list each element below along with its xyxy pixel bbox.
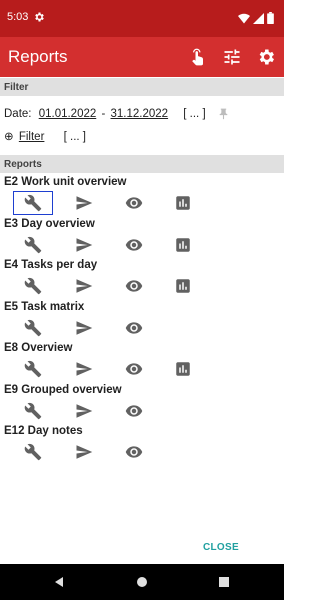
close-button[interactable]: CLOSE <box>203 542 239 553</box>
view-button[interactable] <box>115 234 153 256</box>
date-to-link[interactable]: 31.12.2022 <box>111 108 169 120</box>
chart-button[interactable] <box>164 234 202 256</box>
chart-icon <box>176 196 190 210</box>
chart-button[interactable] <box>164 275 202 297</box>
wrench-icon <box>24 319 42 336</box>
wrench-icon <box>24 360 42 378</box>
date-more-button[interactable]: [ ... ] <box>183 108 205 120</box>
wifi-icon <box>238 13 250 23</box>
chart-button[interactable] <box>164 192 202 214</box>
report-title: E5 Task matrix <box>4 300 85 313</box>
report-actions-row <box>0 234 284 256</box>
report-actions-row <box>0 191 284 215</box>
report-title: E9 Grouped overview <box>4 383 122 396</box>
send-button[interactable] <box>65 400 103 422</box>
report-title: E3 Day overview <box>4 217 95 230</box>
report-title: E2 Work unit overview <box>4 176 127 188</box>
report-actions-row <box>0 317 284 339</box>
wrench-icon <box>24 443 42 461</box>
configure-button[interactable] <box>14 275 52 297</box>
navigation-bar <box>0 564 284 600</box>
date-label: Date: <box>4 108 32 120</box>
signal-icon <box>253 12 264 24</box>
chart-button[interactable] <box>164 358 202 380</box>
report-title: E12 Day notes <box>4 425 83 437</box>
send-button[interactable] <box>65 275 103 297</box>
reports-section-header: Reports <box>0 155 284 173</box>
add-circle-icon: ⊕ <box>4 131 14 143</box>
eye-icon <box>125 404 143 417</box>
view-button[interactable] <box>115 441 153 463</box>
send-button[interactable] <box>65 441 103 463</box>
date-filter-row: Date: 01.01.2022 - 31.12.2022 [ ... ] <box>4 108 206 120</box>
chart-icon <box>176 279 190 293</box>
view-button[interactable] <box>115 317 153 339</box>
report-actions-row <box>0 358 284 380</box>
configure-button[interactable] <box>14 358 52 380</box>
eye-icon <box>125 238 143 251</box>
send-button[interactable] <box>65 192 103 214</box>
filter-header-label: Filter <box>4 82 29 93</box>
filter-link-row: ⊕ Filter [ ... ] <box>4 129 86 143</box>
wrench-icon <box>24 194 42 212</box>
wrench-icon <box>24 236 42 253</box>
chart-icon <box>176 237 190 252</box>
status-bar: 5:03 <box>0 0 284 37</box>
eye-icon <box>125 321 143 334</box>
configure-button[interactable] <box>14 400 52 422</box>
date-from-link[interactable]: 01.01.2022 <box>39 108 97 120</box>
send-icon <box>76 279 93 293</box>
tune-icon[interactable] <box>222 47 242 67</box>
status-time: 5:03 <box>7 11 29 23</box>
send-icon <box>76 320 93 335</box>
settings-notification-icon <box>35 12 44 22</box>
send-button[interactable] <box>65 317 103 339</box>
touch-icon[interactable] <box>188 47 208 67</box>
chart-icon <box>176 362 190 376</box>
pin-icon[interactable] <box>217 107 230 126</box>
report-actions-row <box>0 400 284 422</box>
configure-button[interactable] <box>14 441 52 463</box>
recents-icon[interactable] <box>216 574 232 590</box>
send-icon <box>76 237 93 252</box>
configure-button[interactable] <box>13 191 53 215</box>
home-icon[interactable] <box>134 574 150 590</box>
page-title: Reports <box>8 47 68 66</box>
wrench-icon <box>24 402 42 419</box>
send-icon <box>76 445 93 459</box>
eye-icon <box>125 363 143 375</box>
battery-icon <box>267 12 274 24</box>
settings-icon[interactable] <box>256 47 276 67</box>
report-title: E8 Overview <box>4 342 73 354</box>
view-button[interactable] <box>115 358 153 380</box>
configure-button[interactable] <box>14 234 52 256</box>
filter-link[interactable]: Filter <box>19 131 45 143</box>
view-button[interactable] <box>115 192 153 214</box>
configure-button[interactable] <box>14 317 52 339</box>
filter-section-header: Filter <box>0 78 284 96</box>
app-bar: Reports <box>0 37 284 77</box>
report-actions-row <box>0 441 284 463</box>
send-button[interactable] <box>65 234 103 256</box>
wrench-icon <box>24 277 42 295</box>
filter-more-button[interactable]: [ ... ] <box>64 131 86 143</box>
send-icon <box>76 196 93 210</box>
send-button[interactable] <box>65 358 103 380</box>
view-button[interactable] <box>115 275 153 297</box>
view-button[interactable] <box>115 400 153 422</box>
report-actions-row <box>0 275 284 297</box>
report-title: E4 Tasks per day <box>4 259 98 271</box>
back-icon[interactable] <box>51 574 67 590</box>
send-icon <box>76 362 93 376</box>
eye-icon <box>125 446 143 458</box>
reports-header-label: Reports <box>4 159 42 170</box>
eye-icon <box>125 280 143 292</box>
eye-icon <box>125 197 143 209</box>
date-separator: - <box>101 108 106 120</box>
send-icon <box>76 403 93 418</box>
